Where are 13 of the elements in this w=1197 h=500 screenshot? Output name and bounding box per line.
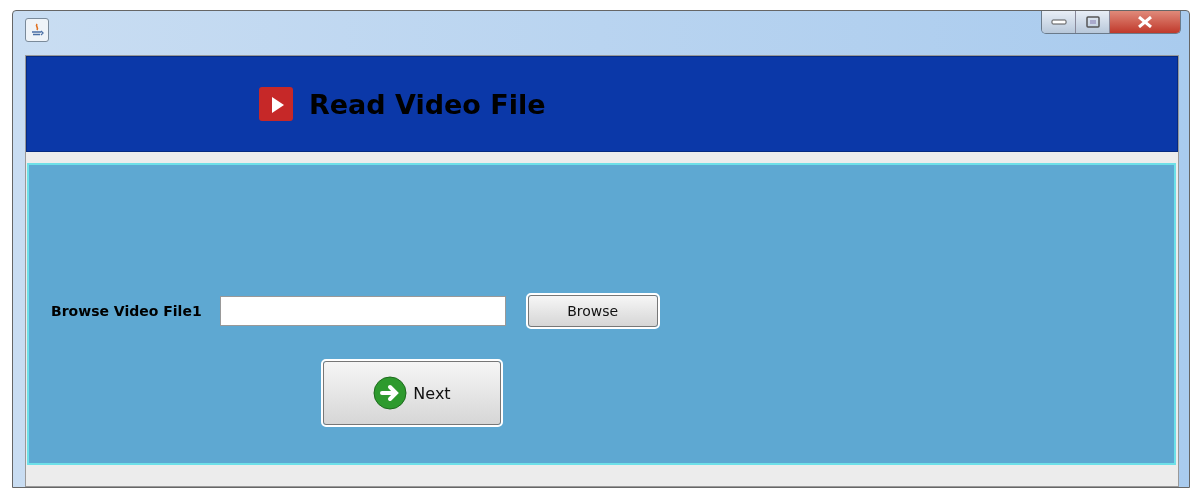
app-icon [25,18,49,42]
minimize-icon [1050,18,1067,26]
close-icon [1136,16,1154,28]
minimize-button[interactable] [1042,11,1076,33]
maximize-button[interactable] [1076,11,1110,33]
header-title: Read Video File [309,88,546,120]
close-button[interactable] [1110,11,1180,33]
next-button[interactable]: Next [323,361,501,425]
field-label: Browse Video File1 [51,303,202,319]
file-path-field[interactable] [219,296,506,326]
play-icon [259,87,293,121]
maximize-icon [1085,16,1100,28]
browse-button[interactable]: Browse [527,295,658,327]
